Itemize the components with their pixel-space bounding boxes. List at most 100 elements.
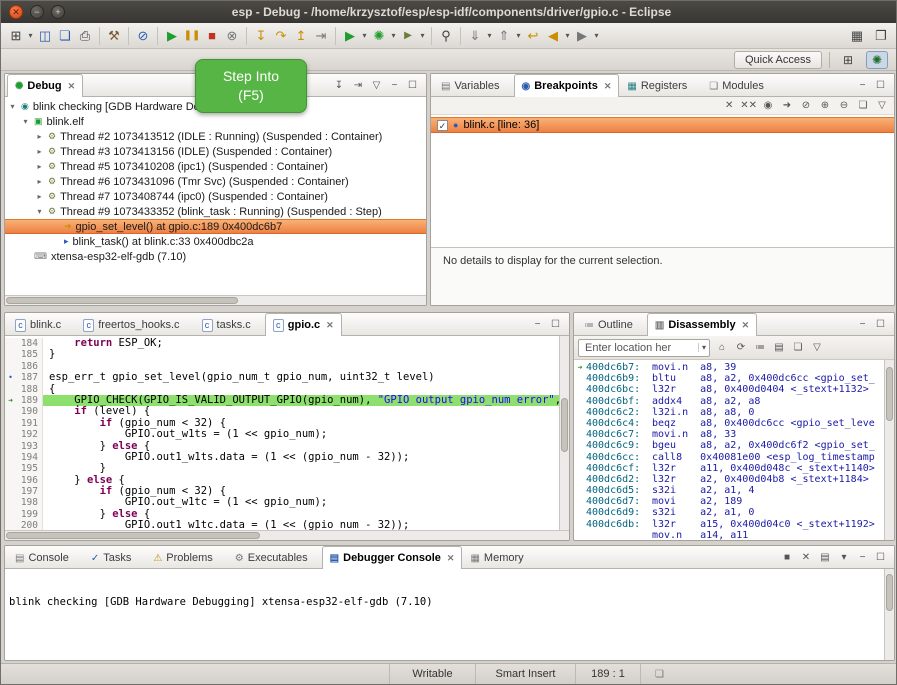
remove-launch-icon[interactable]: ✕	[798, 552, 814, 563]
editor-horizontal-scrollbar[interactable]	[5, 530, 569, 540]
print-icon[interactable]: ⎙	[75, 25, 95, 47]
breakpoint-checkbox[interactable]: ✓	[437, 120, 448, 131]
show-symbols-icon[interactable]: ▤	[771, 342, 787, 353]
debug-tree-row[interactable]: ▸ blink_task() at blink.c:33 0x400dbc2a	[5, 234, 426, 249]
drop-to-frame-icon[interactable]: ↧	[331, 80, 347, 91]
save-icon[interactable]: ◫	[35, 25, 55, 47]
step-filters-icon[interactable]: ⇥	[350, 80, 366, 91]
line-number[interactable]: 193	[16, 441, 43, 452]
window-minimize-button[interactable]: −	[30, 5, 44, 19]
debug-horizontal-scrollbar[interactable]	[5, 295, 426, 305]
line-number[interactable]: 188	[16, 384, 43, 395]
line-number[interactable]: 184	[16, 338, 43, 349]
build-icon[interactable]: ⚒	[104, 25, 124, 47]
console-tab[interactable]: ▦ Memory	[462, 547, 537, 568]
line-number[interactable]: 196	[16, 475, 43, 486]
next-annotation-dropdown-icon[interactable]: ▾	[485, 25, 494, 47]
console-tab[interactable]: ▤ Console	[7, 547, 83, 568]
disassembly-row[interactable]: ➜ 400dc6b7: movi.n a8, 39	[574, 362, 884, 373]
disassembly-row[interactable]: 400dc6bf: addx4 a8, a2, a8	[574, 396, 884, 407]
window-icon[interactable]: ❐	[871, 25, 891, 47]
debug-tree-row[interactable]: ▾ ▣ blink.elf	[5, 114, 426, 129]
view-tab[interactable]: ≔ Outline	[576, 314, 647, 335]
tab-close-icon[interactable]: ✕	[742, 320, 750, 331]
window-maximize-button[interactable]: +	[51, 5, 65, 19]
line-number[interactable]: 199	[16, 509, 43, 520]
tab-close-icon[interactable]: ✕	[326, 320, 334, 331]
new-dropdown-icon[interactable]: ▾	[26, 25, 35, 47]
debug-icon[interactable]: ✺	[369, 25, 389, 47]
expand-toggle-icon[interactable]: ▸	[35, 132, 44, 141]
external-tools-icon[interactable]: ▶	[398, 25, 418, 47]
show-breakpoints-for-selected-icon[interactable]: ◉	[760, 100, 776, 111]
line-number[interactable]: 191	[16, 418, 43, 429]
disassembly-row[interactable]: 400dc6c4: beqz a8, 0x400dc6cc <gpio_set_…	[574, 418, 884, 429]
line-number[interactable]: 194	[16, 452, 43, 463]
disassembly-row[interactable]: 400dc6c2: l32i.n a8, a8, 0	[574, 407, 884, 418]
previous-annotation-dropdown-icon[interactable]: ▾	[514, 25, 523, 47]
expand-toggle-icon[interactable]: ▾	[35, 207, 44, 216]
quick-access-button[interactable]: Quick Access	[734, 51, 822, 69]
debug-tree-row[interactable]: ▾ ⚙ Thread #9 1073433352 (blink_task : R…	[5, 204, 426, 219]
navigate-home-icon[interactable]: ⌂	[714, 342, 730, 353]
view-tab[interactable]: ▦ Registers	[619, 75, 701, 96]
maximize-icon[interactable]: ☐	[873, 80, 888, 91]
window-grid-icon[interactable]: ▦	[847, 25, 867, 47]
remove-breakpoint-icon[interactable]: ✕	[721, 100, 737, 111]
skip-all-breakpoints-icon[interactable]: ⊘	[133, 25, 153, 47]
scrollbar-thumb[interactable]	[6, 297, 238, 304]
tab-debug[interactable]: ✺ Debug ✕	[7, 74, 83, 97]
terminate-console-icon[interactable]: ■	[779, 552, 795, 563]
scrollbar-thumb[interactable]	[6, 532, 260, 539]
line-number[interactable]: 198	[16, 497, 43, 508]
new-wizard-icon[interactable]: ⊞	[6, 25, 26, 47]
disassembly-row[interactable]: 400dc6b9: bltu a8, a2, 0x400dc6cc <gpio_…	[574, 373, 884, 384]
debug-tree-row[interactable]: ▸ ⚙ Thread #6 1073431096 (Tmr Svc) (Susp…	[5, 174, 426, 189]
code-editor[interactable]: 184 return ESP_OK; 185 } 186 • 187 esp_e…	[5, 336, 559, 530]
line-number[interactable]: 197	[16, 486, 43, 497]
minimize-icon[interactable]: −	[855, 319, 870, 330]
console-tab[interactable]: ⚙ Executables	[227, 547, 322, 568]
line-number[interactable]: 187	[16, 372, 43, 383]
resume-icon[interactable]: ▶	[162, 25, 182, 47]
collapse-all-icon[interactable]: ⊖	[836, 100, 852, 111]
status-trim-icon[interactable]: ❏	[655, 669, 664, 680]
last-edit-location-icon[interactable]: ↩	[523, 25, 543, 47]
terminate-icon[interactable]: ■	[202, 25, 222, 47]
console-tab[interactable]: ▤ Debugger Console ✕	[322, 546, 463, 569]
disassembly-row[interactable]: 400dc6c9: bgeu a8, a2, 0x400dc6f2 <gpio_…	[574, 440, 884, 451]
window-titlebar[interactable]: ✕ − + esp - Debug - /home/krzysztof/esp/…	[1, 1, 896, 23]
forward-dropdown-icon[interactable]: ▾	[592, 25, 601, 47]
next-annotation-icon[interactable]: ⇓	[465, 25, 485, 47]
sync-selection-icon[interactable]: ❏	[790, 342, 806, 353]
disassembly-row[interactable]: 400dc6cf: l32r a11, 0x400d048c <_stext+1…	[574, 463, 884, 474]
editor-tab[interactable]: c gpio.c ✕	[265, 313, 342, 336]
show-source-icon[interactable]: ≔	[752, 342, 768, 353]
expand-all-icon[interactable]: ⊕	[817, 100, 833, 111]
scrollbar-thumb[interactable]	[886, 367, 893, 421]
line-number[interactable]: 190	[16, 406, 43, 417]
step-into-icon[interactable]: ↧	[251, 25, 271, 47]
disconnect-icon[interactable]: ⊗	[222, 25, 242, 47]
debugger-console-output[interactable]: blink checking [GDB Hardware Debugging] …	[5, 569, 884, 660]
minimize-icon[interactable]: −	[855, 80, 870, 91]
debug-tree-row[interactable]: ▸ ⚙ Thread #5 1073410208 (ipc1) (Suspend…	[5, 159, 426, 174]
expand-toggle-icon[interactable]: ▾	[8, 102, 17, 111]
disassembly-row[interactable]: 400dc6d2: l32r a2, 0x400d04b8 <_stext+11…	[574, 474, 884, 485]
debug-tree-row[interactable]: ▸ ⚙ Thread #7 1073408744 (ipc0) (Suspend…	[5, 189, 426, 204]
expand-toggle-icon[interactable]: ▸	[35, 192, 44, 201]
view-menu-icon[interactable]: ▽	[809, 342, 825, 353]
skip-all-breakpoints-icon[interactable]: ⊘	[798, 100, 814, 111]
disassembly-row[interactable]: 400dc6bc: l32r a8, 0x400d0404 <_stext+11…	[574, 384, 884, 395]
save-all-icon[interactable]: ❏	[55, 25, 75, 47]
tab-close-icon[interactable]: ✕	[604, 81, 612, 92]
instruction-stepping-icon[interactable]: ⇥	[311, 25, 331, 47]
code-line[interactable]: • 187 esp_err_t gpio_set_level(gpio_num_…	[5, 372, 559, 383]
step-return-icon[interactable]: ↥	[291, 25, 311, 47]
console-tab[interactable]: ✓ Tasks	[83, 547, 146, 568]
editor-tab[interactable]: c tasks.c	[194, 314, 265, 335]
previous-annotation-icon[interactable]: ⇑	[494, 25, 514, 47]
scrollbar-thumb[interactable]	[561, 398, 568, 452]
window-close-button[interactable]: ✕	[9, 5, 23, 19]
minimize-icon[interactable]: −	[855, 552, 870, 563]
